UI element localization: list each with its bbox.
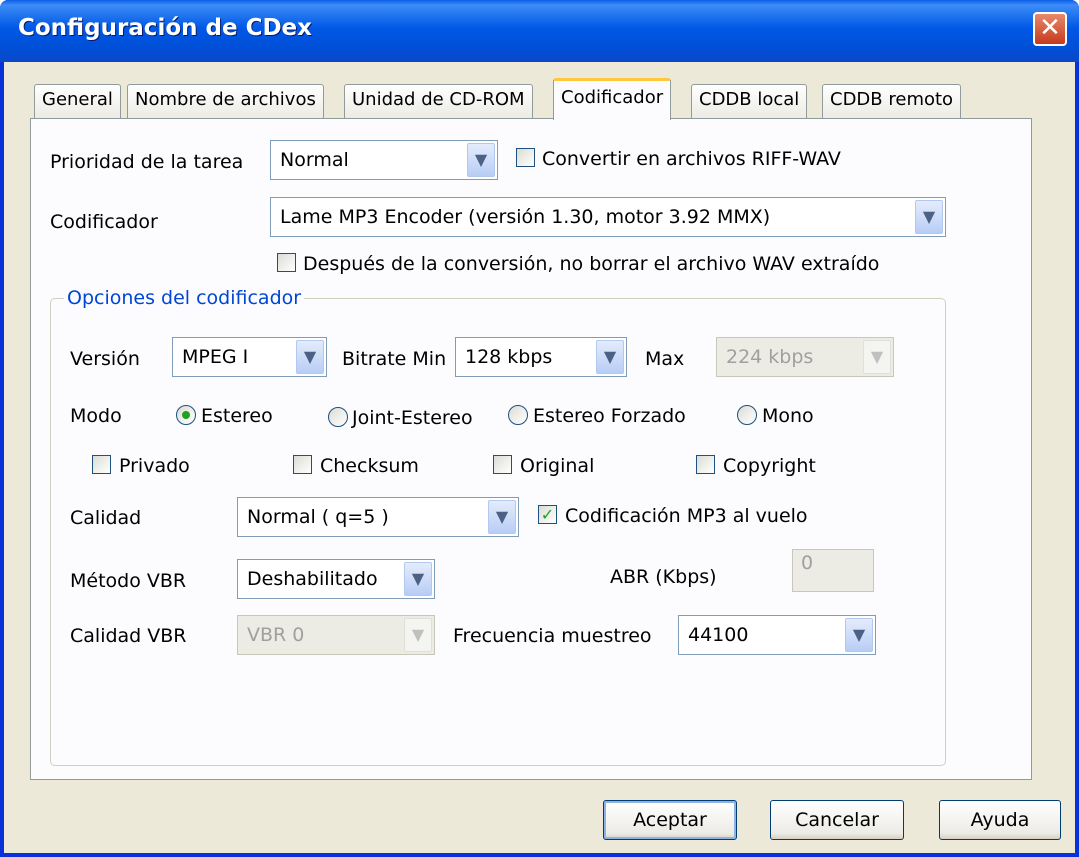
ok-button[interactable]: Aceptar [603,800,737,840]
bitrate-max-select: 224 kbps ▼ [716,337,894,377]
mode-label: Modo [70,405,122,427]
encoder-options-title: Opciones del codificador [64,287,305,309]
riff-wav-label: Convertir en archivos RIFF-WAV [542,148,841,170]
encoder-value: Lame MP3 Encoder (versión 1.30, motor 3.… [280,206,771,228]
priority-label: Prioridad de la tarea [50,151,244,173]
sample-rate-select[interactable]: 44100 ▼ [678,615,876,655]
chevron-down-icon[interactable]: ▼ [467,143,495,177]
tab-cddb-local[interactable]: CDDB local [691,84,808,118]
checksum-label: Checksum [320,455,419,477]
version-select[interactable]: MPEG I ▼ [172,337,327,377]
encoder-label: Codificador [50,211,158,233]
bitrate-min-label: Bitrate Min [342,348,447,370]
on-the-fly-label: Codificación MP3 al vuelo [565,505,808,527]
copyright-checkbox[interactable] [696,455,715,474]
tab-general[interactable]: General [34,84,121,118]
mode-estereo-forzado-label: Estereo Forzado [533,405,686,427]
mode-mono-radio[interactable] [737,405,757,425]
on-the-fly-checkbox[interactable]: ✓ [538,505,557,524]
encoder-select[interactable]: Lame MP3 Encoder (versión 1.30, motor 3.… [270,197,946,237]
checksum-checkbox[interactable] [293,455,312,474]
chevron-down-icon[interactable]: ▼ [915,200,943,234]
tab-codificador[interactable]: Codificador [553,78,672,120]
sample-rate-label: Frecuencia muestreo [453,625,652,647]
vbr-quality-value: VBR 0 [247,624,305,646]
bitrate-min-select[interactable]: 128 kbps ▼ [455,337,627,377]
chevron-down-icon: ▼ [863,340,891,374]
title-bar[interactable]: Configuración de CDex ✕ [0,0,1079,62]
cancel-button[interactable]: Cancelar [770,800,904,840]
quality-select[interactable]: Normal ( q=5 ) ▼ [237,497,519,537]
chevron-down-icon[interactable]: ▼ [296,340,324,374]
original-label: Original [520,455,595,477]
close-icon[interactable]: ✕ [1033,12,1067,46]
bitrate-max-label: Max [645,348,685,370]
chevron-down-icon[interactable]: ▼ [488,500,516,534]
tab-cddb-remoto[interactable]: CDDB remoto [822,84,962,118]
mode-estereo-forzado-radio[interactable] [508,405,528,425]
vbr-quality-label: Calidad VBR [70,625,187,647]
mode-estereo-radio[interactable] [176,405,196,425]
priority-value: Normal [280,149,349,171]
abr-input: 0 [792,549,874,592]
vbr-method-value: Deshabilitado [247,568,378,590]
keep-wav-label: Después de la conversión, no borrar el a… [303,253,880,275]
abr-label: ABR (Kbps) [610,566,717,588]
chevron-down-icon[interactable]: ▼ [404,562,432,596]
bitrate-max-value: 224 kbps [726,346,814,368]
window-title: Configuración de CDex [18,15,312,41]
chevron-down-icon[interactable]: ▼ [845,618,873,652]
vbr-quality-select: VBR 0 ▼ [237,615,435,655]
priority-select[interactable]: Normal ▼ [270,140,498,180]
private-checkbox[interactable] [92,455,111,474]
tab-nombre-de-archivos[interactable]: Nombre de archivos [127,84,324,118]
vbr-method-select[interactable]: Deshabilitado ▼ [237,559,435,599]
tab-unidad-cd-rom[interactable]: Unidad de CD-ROM [344,84,533,118]
mode-joint-estereo-radio[interactable] [328,407,348,427]
sample-rate-value: 44100 [688,624,749,646]
help-button[interactable]: Ayuda [939,800,1061,840]
original-checkbox[interactable] [493,455,512,474]
quality-value: Normal ( q=5 ) [247,506,389,528]
mode-estereo-label: Estereo [201,405,273,427]
vbr-method-label: Método VBR [70,570,187,592]
mode-mono-label: Mono [762,405,814,427]
private-label: Privado [119,455,190,477]
version-label: Versión [70,348,140,370]
version-value: MPEG I [182,346,249,368]
keep-wav-checkbox[interactable] [277,253,296,272]
chevron-down-icon: ▼ [404,618,432,652]
bitrate-min-value: 128 kbps [465,346,553,368]
riff-wav-checkbox[interactable] [516,148,535,167]
mode-joint-estereo-label: Joint-Estereo [352,407,473,429]
quality-label: Calidad [70,507,142,529]
chevron-down-icon[interactable]: ▼ [596,340,624,374]
copyright-label: Copyright [723,455,816,477]
